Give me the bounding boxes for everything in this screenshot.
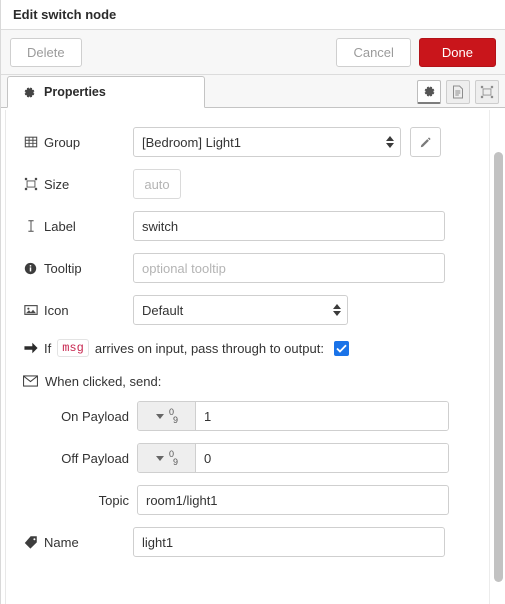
tab-properties-label: Properties [44,85,106,99]
appearance-tool-button[interactable] [475,80,499,104]
topic-label: Topic [98,492,129,508]
off-payload-input[interactable] [196,444,448,472]
gear-icon [22,85,37,100]
name-label-wrap: Name [23,535,133,550]
size-label-wrap: Size [23,177,133,192]
passthrough-prefix: If [44,340,52,356]
size-row: Size auto [1,163,505,205]
tooltip-label-wrap: Tooltip [23,261,133,276]
on-payload-label: On Payload [61,408,129,424]
tooltip-input[interactable] [133,253,445,283]
properties-form: Group [Bedroom] Light1 Size auto Label s… [1,109,505,604]
name-input[interactable] [133,527,445,557]
form-scrollbar-thumb[interactable] [494,152,503,582]
on-payload-row: On Payload 09 [1,395,505,437]
info-circle-icon [23,261,38,276]
delete-button[interactable]: Delete [10,37,82,67]
on-payload-input[interactable] [196,402,448,430]
label-row: Label [1,205,505,247]
icon-select-wrap: Default [133,295,348,325]
chevron-down-icon [155,413,164,419]
label-label-wrap: Label [23,219,133,234]
group-label: Group [44,134,81,150]
label-input[interactable] [133,211,445,241]
page-title: Edit switch node [13,7,117,22]
appearance-icon [480,85,495,100]
icon-label-wrap: Icon [23,303,133,318]
edit-switch-node-dialog: Edit switch node Delete Cancel Done Prop… [0,0,505,604]
off-payload-label-wrap: Off Payload [23,451,137,466]
dialog-button-bar: Delete Cancel Done [1,30,505,75]
size-label: Size [44,176,70,192]
passthrough-checkbox[interactable] [333,340,349,356]
name-row: Name [1,521,505,563]
on-payload-typed-input: 09 [137,401,449,431]
off-payload-label: Off Payload [61,450,129,466]
arrow-right-icon [23,341,38,356]
number-type-icon: 09 [168,449,178,467]
group-select[interactable]: [Bedroom] Light1 [133,127,401,157]
off-payload-type-button[interactable]: 09 [138,444,196,472]
envelope-icon [23,374,38,389]
resize-icon [23,177,38,192]
icon-label: Icon [44,302,69,318]
passthrough-row: If msg arrives on input, pass through to… [1,331,505,365]
document-icon [451,85,466,100]
group-edit-button[interactable] [410,127,441,157]
tab-bar: Properties [1,75,505,108]
tooltip-label: Tooltip [44,260,82,276]
label-label: Label [44,218,76,234]
image-icon [23,303,38,318]
passthrough-suffix: arrives on input, pass through to output… [94,340,324,356]
gear-icon [422,84,437,99]
chevron-down-icon [155,455,164,461]
tab-properties[interactable]: Properties [7,76,205,108]
table-grid-icon [23,135,38,150]
tooltip-row: Tooltip [1,247,505,289]
off-payload-row: Off Payload 09 [1,437,505,479]
when-clicked-label: When clicked, send: [45,373,162,389]
group-select-wrap: [Bedroom] Light1 [133,127,401,157]
text-cursor-icon [23,219,38,234]
cancel-button[interactable]: Cancel [336,37,411,67]
done-button[interactable]: Done [418,37,496,67]
name-label: Name [44,534,79,550]
off-payload-typed-input: 09 [137,443,449,473]
on-payload-label-wrap: On Payload [23,409,137,424]
when-clicked-header: When clicked, send: [1,365,505,395]
on-payload-type-button[interactable]: 09 [138,402,196,430]
icon-row: Icon Default [1,289,505,331]
number-type-icon: 09 [168,407,178,425]
properties-tool-button[interactable] [417,80,441,104]
size-value-button[interactable]: auto [133,169,181,199]
dialog-title-bar: Edit switch node [1,0,505,30]
group-row: Group [Bedroom] Light1 [1,121,505,163]
tag-icon [23,535,38,550]
group-label-wrap: Group [23,135,133,150]
msg-code-badge: msg [57,339,89,357]
topic-row: Topic [1,479,505,521]
pencil-icon [418,135,433,150]
tab-tool-buttons [417,80,499,107]
topic-input[interactable] [137,485,449,515]
form-scrollbar[interactable] [489,110,505,604]
description-tool-button[interactable] [446,80,470,104]
form-left-edge [5,110,6,604]
icon-select[interactable]: Default [133,295,348,325]
topic-label-wrap: Topic [23,493,137,508]
